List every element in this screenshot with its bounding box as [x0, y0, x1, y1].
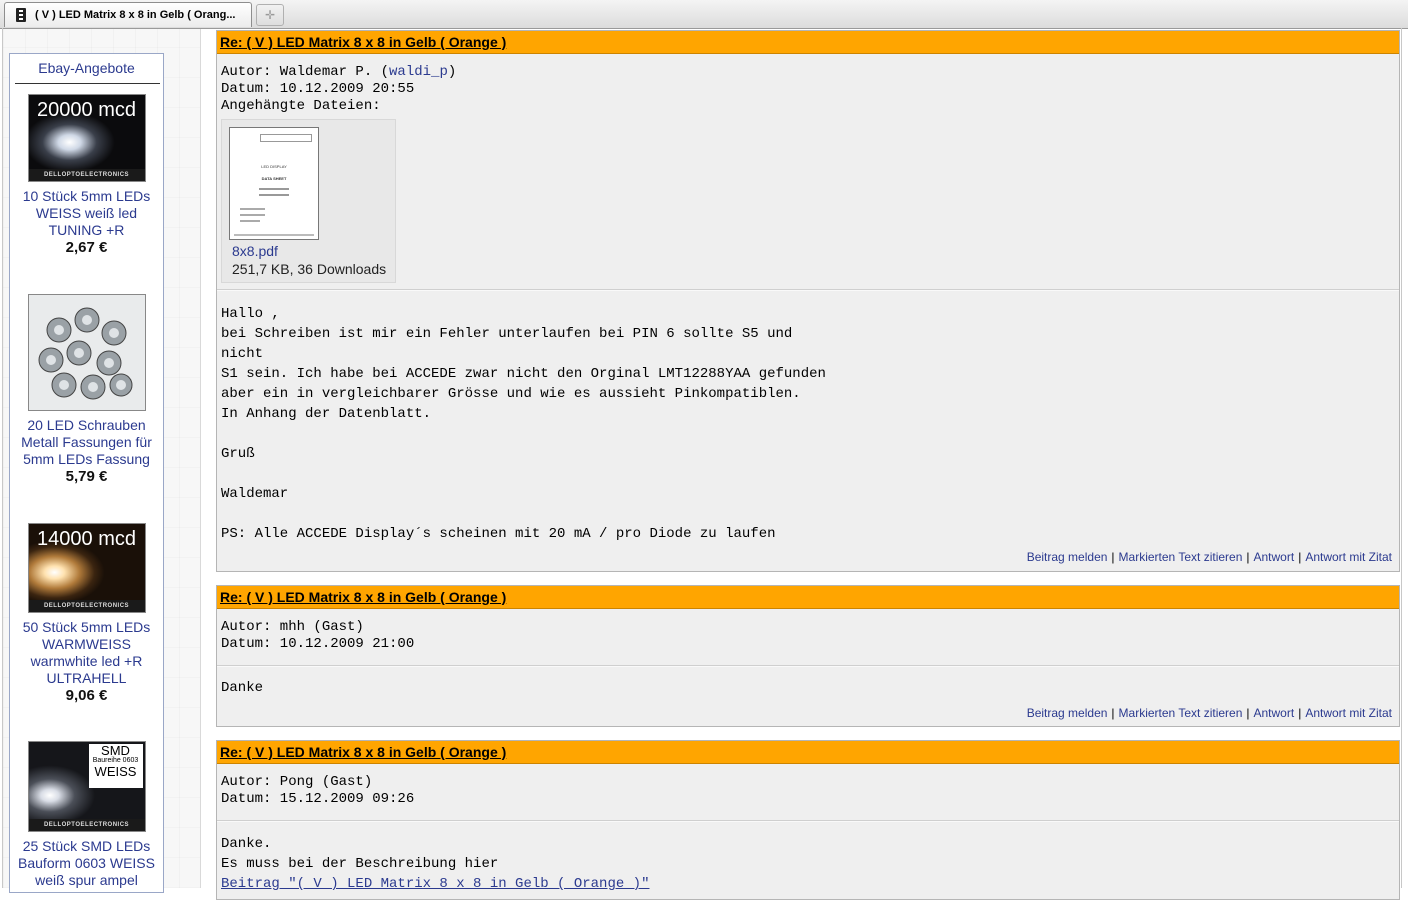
ad-link[interactable]: 50 Stück 5mm LEDs WARMWEISS warmwhite le…	[10, 619, 163, 687]
reply-quote-link[interactable]: Antwort mit Zitat	[1305, 550, 1392, 564]
post-title-link[interactable]: Re: ( V ) LED Matrix 8 x 8 in Gelb ( Ora…	[220, 744, 506, 760]
ad-image-text: 14000 mcd	[37, 528, 136, 550]
ad-image[interactable]	[27, 294, 146, 411]
forum-post: Re: ( V ) LED Matrix 8 x 8 in Gelb ( Ora…	[216, 585, 1400, 727]
ad-image-text: SMD	[101, 743, 130, 758]
post-author: Autor: mhh (Gast)	[221, 619, 364, 635]
separator: |	[1298, 706, 1302, 720]
post-date: Datum: 15.12.2009 09:26	[221, 791, 415, 807]
post-date: Datum: 10.12.2009 21:00	[221, 636, 415, 652]
attachment-link[interactable]: 8x8.pdf	[232, 243, 278, 259]
quote-selected-link[interactable]: Markierten Text zitieren	[1119, 550, 1243, 564]
browser-tab-active[interactable]: ( V ) LED Matrix 8 x 8 in Gelb ( Orang..…	[4, 2, 252, 27]
post-body-text: Danke. Es muss bei der Beschreibung hier	[221, 836, 499, 872]
attachment-info: 251,7 KB, 36 Downloads	[232, 261, 387, 277]
ad-item: 20 LED Schrauben Metall Fassungen für 5m…	[10, 294, 163, 486]
new-tab-button[interactable]: ✛	[256, 4, 284, 26]
ad-price: 2,67 €	[65, 239, 108, 256]
ad-link[interactable]: 10 Stück 5mm LEDs WEISS weiß led TUNING …	[10, 188, 163, 239]
traffic-light-icon	[16, 8, 26, 22]
reply-link[interactable]: Antwort	[1254, 550, 1295, 564]
author-user-link[interactable]: waldi_p	[389, 64, 448, 80]
post-actions: Beitrag melden | Markierten Text zitieren |…	[1027, 706, 1392, 720]
ad-link[interactable]: 20 LED Schrauben Metall Fassungen für 5m…	[10, 417, 163, 468]
separator: |	[1246, 550, 1250, 564]
ad-image-label: SMD Baureihe 0603 WEISS	[88, 743, 143, 788]
reply-quote-link[interactable]: Antwort mit Zitat	[1305, 706, 1392, 720]
forum-post: Re: ( V ) LED Matrix 8 x 8 in Gelb ( Ora…	[216, 740, 1400, 900]
ad-item: 14000 mcd DELLOPTOELECTRONICS 50 Stück 5…	[10, 523, 163, 705]
ad-image[interactable]: 14000 mcd DELLOPTOELECTRONICS	[27, 523, 146, 613]
separator: |	[1246, 706, 1250, 720]
report-post-link[interactable]: Beitrag melden	[1027, 550, 1108, 564]
post-divider	[217, 820, 1399, 822]
ad-image-brand: DELLOPTOELECTRONICS	[28, 169, 145, 181]
separator: |	[1111, 550, 1115, 564]
post-body-link[interactable]: Beitrag "( V ) LED Matrix 8 x 8 in Gelb …	[221, 876, 649, 892]
post-header: Re: ( V ) LED Matrix 8 x 8 in Gelb ( Ora…	[217, 31, 1399, 54]
ads-divider	[15, 83, 160, 84]
attachments-label: Angehängte Dateien:	[221, 98, 381, 114]
ad-image-brand: DELLOPTOELECTRONICS	[28, 819, 145, 831]
post-author: Autor: Waldemar P. (waldi_p)	[221, 64, 1399, 81]
ad-image[interactable]: SMD Baureihe 0603 WEISS DELLOPTOELECTRON…	[27, 741, 146, 832]
led-fittings-image	[38, 307, 132, 400]
thumb-text: LED DISPLAY	[261, 164, 287, 169]
post-header: Re: ( V ) LED Matrix 8 x 8 in Gelb ( Ora…	[217, 741, 1399, 764]
post-meta: Autor: mhh (Gast) Datum: 10.12.2009 21:0…	[217, 609, 1399, 653]
tab-title: ( V ) LED Matrix 8 x 8 in Gelb ( Orang..…	[35, 9, 236, 21]
post-author: Autor: Pong (Gast)	[221, 774, 373, 790]
ad-image-brand: DELLOPTOELECTRONICS	[28, 600, 145, 612]
author-label: )	[447, 64, 457, 80]
reply-link[interactable]: Antwort	[1254, 706, 1295, 720]
ads-title[interactable]: Ebay-Angebote	[10, 60, 163, 76]
browser-tab-bar: ( V ) LED Matrix 8 x 8 in Gelb ( Orang..…	[0, 0, 1408, 29]
ad-image-text: 20000 mcd	[37, 99, 136, 121]
author-label: Autor: Waldemar P. (	[221, 64, 390, 80]
post-meta: Autor: Pong (Gast) Datum: 15.12.2009 09:…	[217, 764, 1399, 808]
post-divider	[217, 289, 1399, 291]
sidebar-divider	[200, 29, 201, 888]
ad-price: 9,06 €	[65, 687, 108, 704]
post-date: Datum: 10.12.2009 20:55	[221, 81, 415, 97]
post-header: Re: ( V ) LED Matrix 8 x 8 in Gelb ( Ora…	[217, 586, 1399, 609]
post-body: Hallo , bei Schreiben ist mir ein Fehler…	[221, 306, 826, 542]
post-actions: Beitrag melden | Markierten Text zitieren |…	[1027, 550, 1392, 564]
post-body: Danke. Es muss bei der Beschreibung hier…	[217, 834, 649, 894]
forum-post: Re: ( V ) LED Matrix 8 x 8 in Gelb ( Ora…	[216, 30, 1400, 572]
ad-price: 5,79 €	[65, 468, 108, 485]
ad-item: SMD Baureihe 0603 WEISS DELLOPTOELECTRON…	[10, 741, 163, 889]
pdf-thumbnail[interactable]: LED DISPLAY DATA SHEET	[229, 127, 319, 240]
ebay-ads-box: Ebay-Angebote 20000 mcd DELLOPTOELECTRON…	[9, 53, 164, 893]
thumb-text: DATA SHEET	[261, 176, 287, 181]
ad-item: 20000 mcd DELLOPTOELECTRONICS 10 Stück 5…	[10, 94, 163, 257]
post-title-link[interactable]: Re: ( V ) LED Matrix 8 x 8 in Gelb ( Ora…	[220, 589, 506, 605]
ad-image[interactable]: 20000 mcd DELLOPTOELECTRONICS	[27, 94, 146, 182]
post-body: Danke	[221, 680, 264, 696]
post-divider	[217, 665, 1399, 667]
report-post-link[interactable]: Beitrag melden	[1027, 706, 1108, 720]
separator: |	[1298, 550, 1302, 564]
ad-link[interactable]: 25 Stück SMD LEDs Bauform 0603 WEISS wei…	[10, 838, 163, 889]
post-meta: Autor: Waldemar P. (waldi_p) Datum: 10.1…	[217, 54, 1399, 115]
separator: |	[1111, 706, 1115, 720]
attachment-box: LED DISPLAY DATA SHEET 8x8.pdf 251,7 KB,…	[221, 119, 396, 283]
window-edge	[1401, 28, 1402, 888]
quote-selected-link[interactable]: Markierten Text zitieren	[1119, 706, 1243, 720]
ad-image-text: WEISS	[94, 764, 137, 779]
post-title-link[interactable]: Re: ( V ) LED Matrix 8 x 8 in Gelb ( Ora…	[220, 34, 506, 50]
